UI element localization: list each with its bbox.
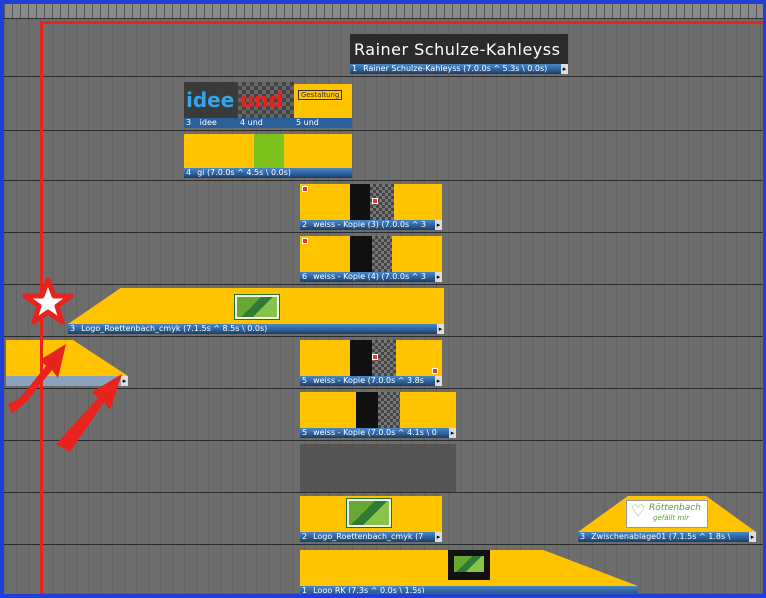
clip-label: Logo_Roettenbach_cmyk (7 — [313, 532, 424, 541]
clip-label-bar: 3 idee — [184, 118, 238, 128]
clip-transparent-area — [378, 392, 400, 428]
zw-logo-subtext: gefällt mir — [653, 514, 690, 522]
clip-track-number: 6 — [302, 272, 308, 281]
arrow-annotation-icon — [8, 344, 66, 414]
time-ruler[interactable] — [4, 4, 763, 19]
clip-weiss-kopie-2[interactable]: 5 weiss - Kopie (7.0.0s ^ 4.1s \ 0 ▸ — [300, 392, 456, 438]
lane-divider — [4, 180, 763, 181]
clip-label: weiss - Kopie (4) (7.0.0s ^ 3 — [313, 272, 426, 281]
clip-gi[interactable]: 4 gi (7.0.0s ^ 4.5s \ 0.0s) — [184, 134, 352, 178]
clip-track-number: 4 — [186, 168, 192, 177]
clip-label: weiss - Kopie (7.0.0s ^ 3.8s — [313, 376, 424, 385]
clip-rainer[interactable]: 1 Rainer Schulze-Kahleyss (7.0.0s ^ 5.3s … — [350, 64, 568, 74]
clip-track-number: 3 — [186, 118, 192, 127]
clip-label-bar: 4 und — [238, 118, 294, 128]
clip-label: Logo RK (7.3s ^ 0.0s \ 1.5s) — [313, 586, 425, 595]
clip-track-number: 2 — [302, 220, 308, 229]
roettenbach-logo-icon — [237, 297, 277, 317]
clip-menu-arrow-icon[interactable]: ▸ — [437, 324, 444, 334]
clip-zwischenablage[interactable]: Röttenbach gefällt mir ♡ 3 Zwischenablage… — [578, 496, 756, 542]
heart-icon: ♡ — [631, 501, 646, 520]
clip-menu-arrow-icon[interactable]: ▸ — [435, 272, 442, 282]
clip-track-number: 1 — [302, 586, 308, 595]
clip-transition-block — [254, 134, 284, 168]
logo-thumbnail — [234, 294, 280, 320]
clip-track-number: 1 — [352, 64, 358, 73]
clip-label: und — [247, 118, 263, 127]
keyframe-marker-icon[interactable] — [432, 368, 438, 374]
clip-gap — [350, 340, 372, 376]
clip-label-bar: 5 weiss - Kopie (7.0.0s ^ 3.8s ▸ — [300, 376, 442, 386]
roettenbach-logo-icon — [454, 556, 484, 572]
clip-track-number: 2 — [302, 532, 308, 541]
star-annotation-icon — [22, 277, 74, 325]
clip-logo-roettenbach-2[interactable]: 2 Logo_Roettenbach_cmyk (7 ▸ — [300, 496, 442, 542]
clip-label-bar: 6 weiss - Kopie (4) (7.0.0s ^ 3 ▸ — [300, 272, 442, 282]
clip-menu-arrow-icon[interactable]: ▸ — [435, 376, 442, 386]
clip-label: Zwischenablage01 (7.1.5s ^ 1.8s \ — [591, 532, 731, 541]
clip-track-number: 3 — [580, 532, 586, 541]
roettenbach-logo-icon — [349, 501, 389, 525]
clip-weiss-kopie[interactable]: 5 weiss - Kopie (7.0.0s ^ 3.8s ▸ — [300, 340, 442, 386]
clip-label: und — [303, 118, 319, 127]
clip-label-bar: 1 Rainer Schulze-Kahleyss (7.0.0s ^ 5.3s … — [350, 64, 568, 74]
annotation-overlay — [8, 277, 122, 452]
keyframe-marker-icon[interactable] — [302, 238, 308, 244]
clip-track-number: 5 — [302, 376, 308, 385]
clip-label-bar: 1 Logo RK (7.3s ^ 0.0s \ 1.5s) — [300, 586, 638, 595]
clip-label-bar: 2 Logo_Roettenbach_cmyk (7 ▸ — [300, 532, 442, 542]
clip-menu-arrow-icon[interactable]: ▸ — [561, 64, 568, 74]
title-clip-thumbnail[interactable]: Rainer Schulze-Kahleyss — [350, 34, 568, 64]
clip-label-bar: 2 weiss - Kopie (3) (7.0.0s ^ 3 ▸ — [300, 220, 442, 230]
keyframe-marker-icon[interactable] — [372, 354, 378, 360]
lane-divider — [4, 492, 763, 493]
clip-label-bar: 4 gi (7.0.0s ^ 4.5s \ 0.0s) — [184, 168, 352, 178]
clip-und[interactable]: und 4 und — [238, 82, 294, 128]
zwischenablage-thumbnail: Röttenbach gefällt mir ♡ — [626, 500, 708, 528]
clip-gap — [350, 236, 372, 272]
clip-track-number: 5 — [302, 428, 308, 437]
clip-track-number: 5 — [296, 118, 302, 127]
logo-thumbnail — [346, 498, 392, 528]
clip-transparent-area — [372, 236, 392, 272]
empty-track-region — [300, 444, 456, 492]
logo-rk-thumbnail — [448, 550, 490, 580]
title-clip-text: Rainer Schulze-Kahleyss — [354, 40, 561, 59]
und-thumbnail-text: und — [240, 88, 283, 112]
timeline-window: Rainer Schulze-Kahleyss 1 Rainer Schulze-… — [0, 0, 766, 598]
clip-label: weiss - Kopie (3) (7.0.0s ^ 3 — [313, 220, 426, 229]
lane-divider — [4, 130, 763, 131]
clip-menu-arrow-icon[interactable]: ▸ — [435, 532, 442, 542]
gestaltung-thumbnail-text: Gestaltung — [298, 90, 343, 100]
clip-weiss-kopie-4[interactable]: 6 weiss - Kopie (4) (7.0.0s ^ 3 ▸ — [300, 236, 442, 282]
arrow-annotation-icon — [56, 374, 122, 452]
clip-label-bar: 5 und — [294, 118, 352, 128]
lane-divider — [4, 544, 763, 545]
clip-gap — [350, 184, 370, 220]
keyframe-marker-icon[interactable] — [372, 198, 378, 204]
clip-weiss-kopie-3[interactable]: 2 weiss - Kopie (3) (7.0.0s ^ 3 ▸ — [300, 184, 442, 230]
clip-label-bar: 5 weiss - Kopie (7.0.0s ^ 4.1s \ 0 ▸ — [300, 428, 456, 438]
idee-thumbnail-text: idee — [186, 88, 235, 112]
clip-gestaltung[interactable]: Gestaltung 5 und — [294, 84, 352, 128]
clip-menu-arrow-icon[interactable]: ▸ — [749, 532, 756, 542]
clip-track-number: 4 — [240, 118, 246, 127]
clip-label: idee — [199, 118, 217, 127]
zw-logo-text: Röttenbach — [649, 503, 701, 513]
clip-menu-arrow-icon[interactable]: ▸ — [435, 220, 442, 230]
clip-label: Rainer Schulze-Kahleyss (7.0.0s ^ 5.3s \… — [363, 64, 548, 73]
clip-gap — [356, 392, 378, 428]
clip-label: weiss - Kopie (7.0.0s ^ 4.1s \ 0 — [313, 428, 437, 437]
lane-divider — [4, 76, 763, 77]
clip-logo-rk[interactable]: 1 Logo RK (7.3s ^ 0.0s \ 1.5s) — [300, 550, 638, 595]
keyframe-marker-icon[interactable] — [302, 186, 308, 192]
clip-label: gi (7.0.0s ^ 4.5s \ 0.0s) — [197, 168, 292, 177]
clip-idee[interactable]: idee 3 idee — [184, 82, 238, 128]
lane-divider — [4, 232, 763, 233]
clip-label-bar: 3 Zwischenablage01 (7.1.5s ^ 1.8s \ ▸ — [578, 532, 756, 542]
clip-menu-arrow-icon[interactable]: ▸ — [449, 428, 456, 438]
